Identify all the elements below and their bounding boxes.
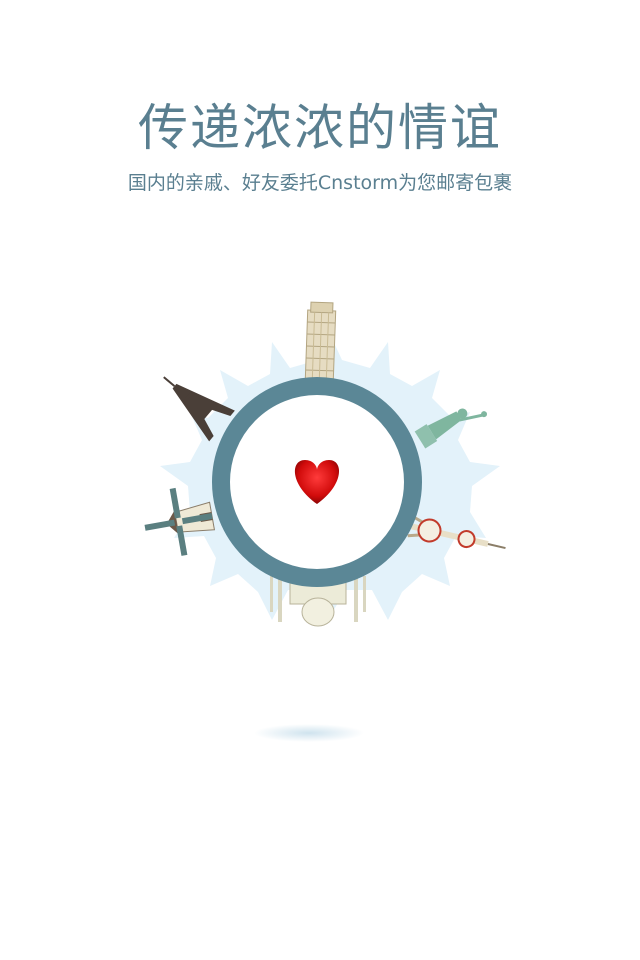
world-landmarks-illustration: [144, 301, 506, 627]
leaning-tower-of-pisa: [304, 301, 337, 384]
page-title: 传递浓浓的情谊: [138, 99, 502, 157]
ground-shadow: [254, 724, 364, 742]
page-subtitle: 国内的亲戚、好友委托Cnstorm为您邮寄包裹: [127, 172, 513, 194]
